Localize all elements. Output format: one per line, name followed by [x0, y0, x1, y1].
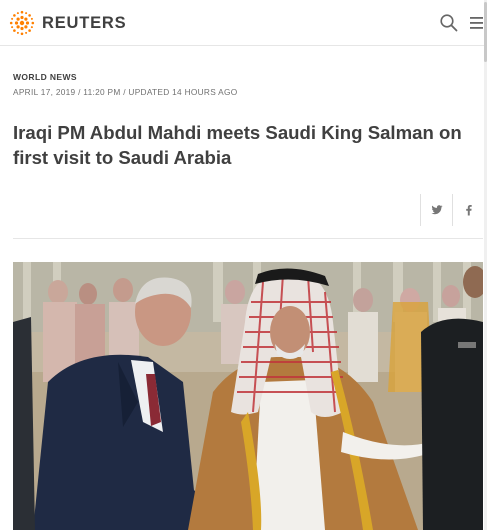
section-link[interactable]: WORLD NEWS	[13, 72, 77, 82]
brand-name: REUTERS	[42, 13, 127, 32]
search-icon	[440, 14, 458, 32]
lead-photo[interactable]	[13, 262, 483, 530]
divider	[13, 238, 483, 239]
article-dateline: APRIL 17, 2019 / 11:20 PM / UPDATED 14 H…	[13, 87, 238, 97]
share-twitter-button[interactable]	[420, 194, 452, 226]
share-facebook-button[interactable]	[452, 194, 484, 226]
share-bar	[420, 194, 484, 226]
article-headline: Iraqi PM Abdul Mahdi meets Saudi King Sa…	[13, 122, 462, 168]
facebook-icon	[465, 205, 472, 216]
reuters-logo[interactable]: REUTERS	[8, 9, 126, 37]
twitter-icon	[431, 205, 442, 215]
reuters-dot-logo-icon	[9, 10, 35, 36]
search-button[interactable]	[438, 12, 460, 34]
lead-photo-illustration	[13, 262, 483, 530]
site-header: REUTERS	[0, 0, 487, 46]
